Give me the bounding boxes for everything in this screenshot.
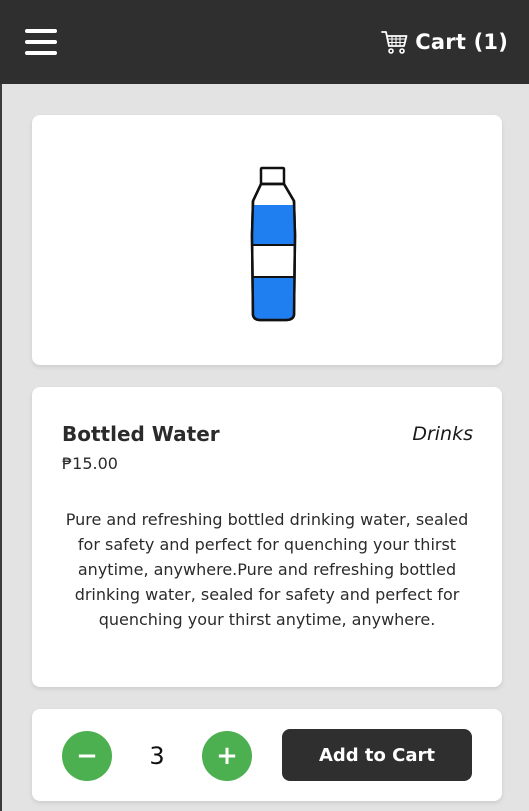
increase-quantity-button[interactable]: +	[202, 731, 252, 781]
quantity-value: 3	[149, 742, 165, 770]
shopping-cart-icon	[381, 30, 408, 54]
product-price: ₱15.00	[62, 454, 118, 473]
water-bottle-illustration	[250, 166, 297, 322]
product-category: Drinks	[412, 423, 473, 445]
add-to-cart-button[interactable]: Add to Cart	[282, 729, 472, 781]
product-description: Pure and refreshing bottled drinking wat…	[65, 510, 469, 629]
left-edge-divider	[0, 84, 2, 811]
plus-icon: +	[216, 741, 238, 771]
cart-count: (1)	[473, 30, 508, 54]
product-info-card: Bottled Water Drinks ₱15.00 Pure and ref…	[32, 387, 502, 687]
cart-text: Cart	[415, 30, 467, 54]
top-navbar: Cart (1)	[0, 0, 529, 84]
cart-label: Cart (1)	[415, 30, 508, 54]
cart-button[interactable]: Cart (1)	[381, 26, 508, 58]
minus-icon: −	[76, 741, 98, 771]
decrease-quantity-button[interactable]: −	[62, 731, 112, 781]
hamburger-menu-icon[interactable]	[25, 27, 58, 57]
purchase-actions-card: − 3 + Add to Cart	[32, 709, 502, 801]
product-image-card	[32, 115, 502, 365]
product-name: Bottled Water	[62, 422, 220, 446]
add-to-cart-label: Add to Cart	[318, 744, 436, 766]
